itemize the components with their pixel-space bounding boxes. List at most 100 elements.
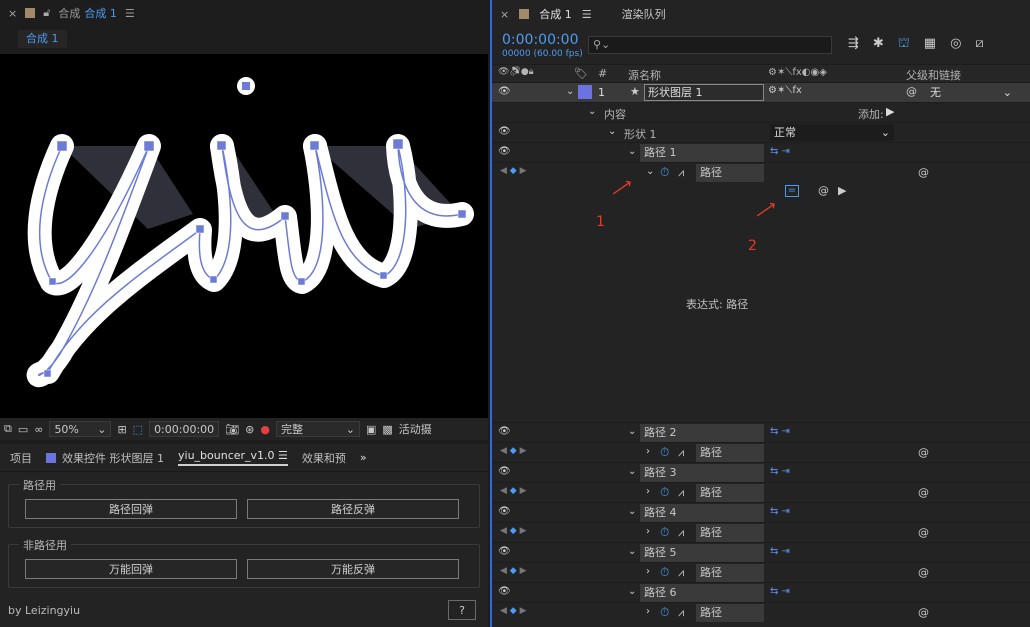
grid-icon[interactable]: ⊞ [117, 423, 126, 436]
zoom-select[interactable]: 50% ⌄ [49, 421, 112, 437]
chevron-down-icon[interactable]: ⌄ [628, 586, 636, 597]
motion-blur-icon[interactable]: ◎ [950, 36, 961, 53]
stopwatch-icon[interactable]: ⏱︎ [660, 565, 669, 580]
keyframe-nav-icon[interactable]: ◀ ◆ ▶ [500, 166, 527, 176]
path-name[interactable]: 路径 2 [640, 424, 764, 442]
chevron-down-icon[interactable]: ⌄ [628, 466, 636, 477]
pickwhip-icon[interactable]: @ [918, 526, 929, 539]
layer-switches[interactable]: ⚙✶⟍fx [768, 85, 802, 96]
path-name[interactable]: 路径 6 [640, 584, 764, 602]
keyframe-nav-icon[interactable]: ◀ ◆ ▶ [500, 486, 527, 496]
pickwhip-icon[interactable]: @ [918, 566, 929, 579]
universal-rebound-button[interactable]: 万能反弹 [247, 559, 459, 579]
frame-blend-icon[interactable]: ▦ [924, 36, 936, 53]
keyframe-nav-icon[interactable]: ◀ ◆ ▶ [500, 446, 527, 456]
stopwatch-icon[interactable]: ⏱︎ [660, 165, 669, 180]
preview-icon[interactable]: ⧉ [4, 422, 12, 436]
timeline-search-input[interactable]: ⚲⌄ [588, 36, 832, 54]
path-property[interactable]: 路径 [696, 564, 764, 582]
eye-icon[interactable]: 👁︎ [498, 466, 511, 478]
graph-icon[interactable]: ⩘ [678, 566, 684, 580]
tab-project[interactable]: 项目 [10, 450, 32, 466]
path-property[interactable]: 路径 [696, 604, 764, 622]
pickwhip-icon[interactable]: @ [918, 486, 929, 499]
eye-icon[interactable]: 👁︎ [498, 426, 511, 438]
keyframe-nav-icon[interactable]: ◀ ◆ ▶ [500, 566, 527, 576]
path-name[interactable]: 路径 3 [640, 464, 764, 482]
path-direction-icon[interactable]: ⇆ ⇥ [770, 466, 790, 477]
expression-enable-icon[interactable]: = [785, 185, 799, 197]
overflow-icon[interactable]: » [360, 451, 367, 464]
keyframe-nav-icon[interactable]: ◀ ◆ ▶ [500, 526, 527, 536]
lock-icon[interactable]: 🔓︎ [43, 6, 50, 20]
tab-render-queue[interactable]: 渲染队列 [622, 6, 666, 22]
path-direction-icon[interactable]: ⇆ ⇥ [770, 426, 790, 437]
path-direction-icon[interactable]: ⇆ ⇥ [770, 546, 790, 557]
path-name[interactable]: 路径 1 [640, 144, 764, 162]
path-property[interactable]: 路径 [696, 164, 764, 182]
help-button[interactable]: ? [448, 600, 476, 620]
keyframe-nav-icon[interactable]: ◀ ◆ ▶ [500, 606, 527, 616]
chevron-down-icon[interactable]: ⌄ [646, 166, 654, 177]
viewer-timecode[interactable]: 0:00:00:00 [149, 421, 220, 437]
tab-effect-controls[interactable]: 效果控件 形状图层 1 [46, 450, 164, 466]
draft-3d-icon[interactable]: ✱ [873, 36, 884, 53]
show-snapshot-icon[interactable]: ⊛ [245, 423, 254, 436]
chevron-down-icon[interactable]: ⌄ [628, 546, 636, 557]
roi-icon[interactable]: ▣ [366, 423, 376, 436]
panel-menu-icon[interactable]: ☰ [582, 8, 592, 21]
pickwhip-icon[interactable]: @ [918, 166, 929, 179]
resolution-select[interactable]: 完整 ⌄ [275, 421, 360, 437]
graph-icon[interactable]: ⩘ [678, 486, 684, 500]
chevron-down-icon[interactable]: ⌄ [608, 126, 616, 137]
comp-flow-icon[interactable]: ⇶ [848, 36, 859, 53]
comp-sub-tab[interactable]: 合成 1 [18, 30, 67, 48]
channel-icon[interactable]: ● [260, 423, 270, 436]
path-direction-icon[interactable]: ⇆ ⇥ [770, 506, 790, 517]
tab-effects-presets[interactable]: 效果和预 [302, 450, 346, 466]
eye-icon[interactable]: 👁︎ [498, 86, 511, 98]
chevron-right-icon[interactable]: › [646, 606, 650, 617]
monitor-icon[interactable]: ▭ [18, 423, 28, 436]
comp-viewer[interactable]: yiu [0, 54, 488, 418]
path-direction-icon[interactable]: ⇆ ⇥ [770, 146, 790, 157]
expression-pickwhip-icon[interactable]: @ [818, 184, 829, 197]
path-name[interactable]: 路径 4 [640, 504, 764, 522]
panel-menu-icon[interactable]: ☰ [125, 7, 135, 20]
mask-icon[interactable]: ∞ [34, 423, 43, 436]
add-button-icon[interactable]: ▶ [886, 105, 894, 118]
eye-icon[interactable]: 👁︎ [498, 126, 511, 138]
current-timecode[interactable]: 0:00:00:00 [502, 32, 579, 48]
chevron-down-icon[interactable]: ⌄ [566, 86, 574, 97]
eye-icon[interactable]: 👁︎ [498, 586, 511, 598]
path-property[interactable]: 路径 [696, 524, 764, 542]
path-property[interactable]: 路径 [696, 444, 764, 462]
tab-comp[interactable]: 合成 1 [539, 6, 572, 22]
pickwhip-icon[interactable]: @ [918, 606, 929, 619]
chevron-down-icon[interactable]: ⌄ [588, 106, 596, 117]
chevron-right-icon[interactable]: › [646, 486, 650, 497]
stopwatch-icon[interactable]: ⏱︎ [660, 525, 669, 540]
snapshot-icon[interactable]: 📷︎ [225, 423, 239, 436]
parent-select[interactable]: 无 ⌄ [926, 84, 1016, 101]
universal-bounce-button[interactable]: 万能回弹 [25, 559, 237, 579]
graph-icon[interactable]: ⩘ [678, 446, 684, 460]
shy-icon[interactable]: ⛫ [898, 36, 910, 53]
region-icon[interactable]: ⬚ [133, 423, 143, 436]
chevron-right-icon[interactable]: › [646, 526, 650, 537]
chevron-right-icon[interactable]: › [646, 566, 650, 577]
expression-language-menu-icon[interactable]: ▶ [838, 184, 846, 197]
transparency-grid-icon[interactable]: ▩ [382, 423, 392, 436]
blend-mode-select[interactable]: 正常 ⌄ [770, 124, 894, 141]
path-rebound-button[interactable]: 路径反弹 [247, 499, 459, 519]
col-source-name[interactable]: 源名称 [628, 67, 661, 83]
layer-label-color[interactable] [578, 85, 592, 99]
eye-icon[interactable]: 👁︎ [498, 506, 511, 518]
graph-editor-icon[interactable]: ⧄ [975, 36, 983, 53]
path-direction-icon[interactable]: ⇆ ⇥ [770, 586, 790, 597]
eye-icon[interactable]: 👁︎ [498, 546, 511, 558]
pickwhip-icon[interactable]: @ [906, 85, 917, 98]
stopwatch-icon[interactable]: ⏱︎ [660, 445, 669, 460]
graph-icon[interactable]: ⩘ [678, 606, 684, 620]
close-icon[interactable]: × [500, 8, 509, 21]
